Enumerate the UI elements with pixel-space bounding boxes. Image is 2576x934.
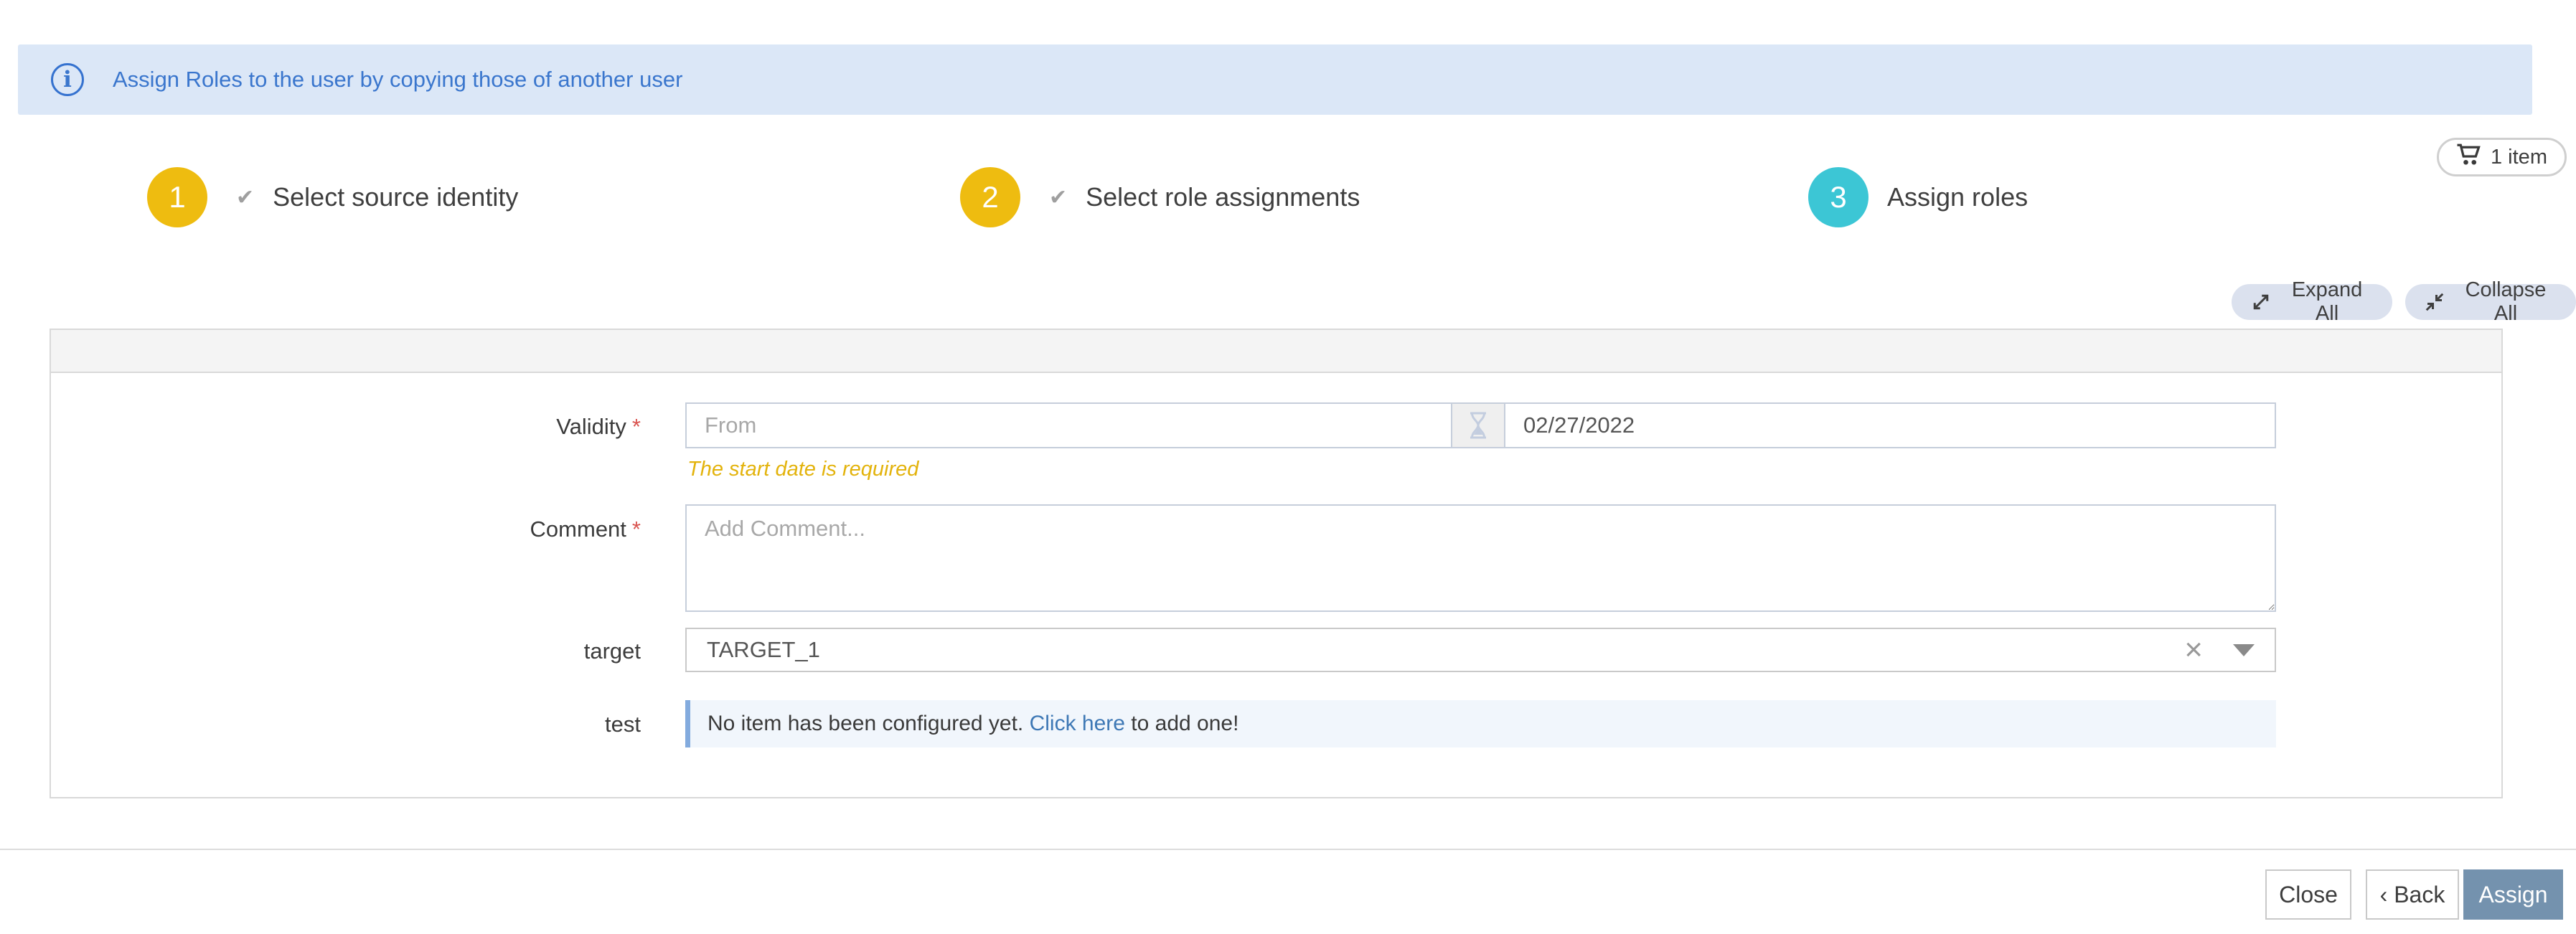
step-2-label: Select role assignments (1086, 182, 1360, 212)
hourglass-icon (1451, 402, 1505, 448)
validity-to-input[interactable] (1504, 402, 2276, 448)
back-button[interactable]: ‹ Back (2366, 869, 2459, 920)
collapse-all-label: Collapse All (2454, 278, 2557, 326)
comment-label: Comment* (50, 516, 641, 542)
dropdown-caret-icon[interactable] (2233, 644, 2255, 656)
test-label: test (50, 712, 641, 737)
collapse-all-button[interactable]: Collapse All (2405, 284, 2576, 320)
collapse-icon (2424, 291, 2445, 313)
step-3-label: Assign roles (1887, 182, 2028, 212)
close-button[interactable]: Close (2265, 869, 2351, 920)
info-banner-text: Assign Roles to the user by copying thos… (113, 67, 682, 93)
validity-from-input[interactable] (685, 402, 1452, 448)
test-message-before: No item has been configured yet. (708, 712, 1030, 736)
test-info-message: No item has been configured yet. Click h… (685, 700, 2276, 747)
info-banner: i Assign Roles to the user by copying th… (18, 44, 2532, 115)
step-1-label: Select source identity (273, 182, 518, 212)
test-message-after: to add one! (1125, 712, 1238, 736)
step-1-check-icon: ✔ (236, 185, 254, 210)
validity-label: Validity* (50, 414, 641, 440)
step-3-circle: 3 (1808, 167, 1868, 227)
expand-all-button[interactable]: Expand All (2232, 284, 2392, 320)
footer-divider (0, 849, 2576, 850)
target-label: target (50, 638, 641, 664)
cart-icon (2456, 142, 2482, 172)
target-select[interactable]: TARGET_1 × (685, 628, 2276, 672)
step-2-check-icon: ✔ (1049, 185, 1067, 210)
step-select-source-identity[interactable]: 1 ✔ Select source identity (147, 167, 518, 227)
expand-icon (2250, 291, 2272, 313)
wizard-page: i Assign Roles to the user by copying th… (0, 0, 2576, 934)
validity-error-message: The start date is required (687, 458, 918, 481)
panel-header[interactable] (51, 330, 2501, 373)
target-selected-value: TARGET_1 (707, 637, 2184, 663)
step-1-circle: 1 (147, 167, 207, 227)
cart-count-label: 1 item (2491, 146, 2547, 169)
step-assign-roles[interactable]: 3 Assign roles (1808, 167, 2028, 227)
cart-items-badge[interactable]: 1 item (2437, 138, 2567, 176)
click-here-link[interactable]: Click here (1030, 712, 1125, 736)
expand-all-label: Expand All (2280, 278, 2374, 326)
assign-button[interactable]: Assign (2463, 869, 2563, 920)
required-asterisk: * (632, 414, 641, 439)
clear-selection-icon[interactable]: × (2184, 634, 2203, 666)
info-icon: i (51, 63, 84, 96)
expand-collapse-toolbar: Expand All Collapse All (2232, 284, 2576, 320)
comment-textarea[interactable] (685, 504, 2276, 612)
step-select-role-assignments[interactable]: 2 ✔ Select role assignments (960, 167, 1360, 227)
required-asterisk: * (632, 516, 641, 542)
step-2-circle: 2 (960, 167, 1020, 227)
